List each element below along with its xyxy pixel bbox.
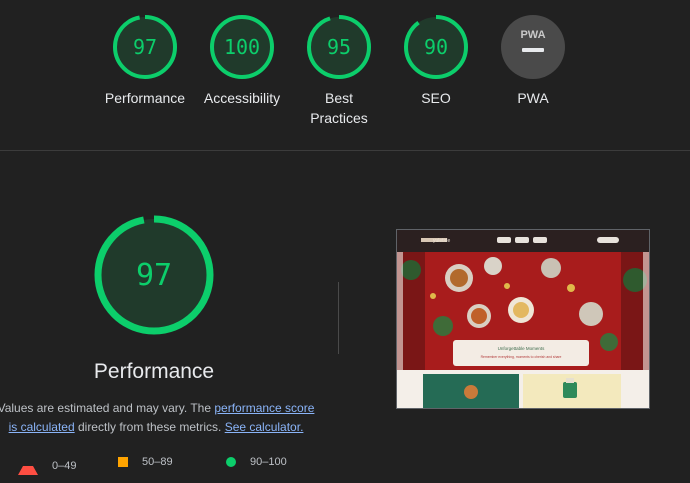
gauge-ring: 90 — [404, 15, 468, 79]
gauge-score: 95 — [327, 35, 351, 59]
gauge-score: 90 — [424, 35, 448, 59]
metrics-note: Values are estimated and may vary. The p… — [0, 399, 316, 437]
pwa-badge-text: PWA — [520, 29, 545, 41]
gauge-ring: 100 — [210, 15, 274, 79]
banner-title: Unforgettable Moments — [498, 346, 546, 351]
legend-range: 50–89 — [142, 456, 173, 468]
gauge-performance[interactable]: 97 Performance — [97, 14, 193, 108]
category-gauges: 97 Performance 100 Accessibility 95 Best… — [0, 0, 690, 150]
pwa-badge-icon: PWA — [501, 15, 565, 79]
webpage-preview-image: Unforgettable Moments Remember everythin… — [397, 230, 649, 408]
gauge-label: PWA — [517, 90, 549, 106]
dash-icon — [522, 48, 544, 52]
section-divider — [0, 150, 690, 151]
gauge-pwa[interactable]: PWA PWA — [485, 14, 581, 108]
gauge-label: Best Practices — [310, 90, 368, 126]
gauge-ring: 95 — [307, 15, 371, 79]
gauge-ring: 97 — [113, 15, 177, 79]
gauge-accessibility[interactable]: 100 Accessibility — [194, 14, 290, 108]
screenshot-brand: yuletide — [433, 238, 450, 244]
legend-range: 0–49 — [52, 459, 77, 472]
note-text-prefix: Values are estimated and may vary. The — [0, 401, 215, 415]
note-text-middle: directly from these metrics. — [74, 420, 225, 434]
performance-title: Performance — [93, 360, 215, 383]
legend-range: 90–100 — [250, 456, 287, 468]
gauge-label: Performance — [104, 90, 186, 106]
performance-gauge-large: 97 — [94, 215, 214, 335]
vertical-divider — [338, 282, 339, 354]
legend-fail: 0–49 — [18, 456, 76, 475]
pass-circle-icon — [226, 457, 236, 467]
legend-pass: 90–100 — [226, 456, 287, 468]
average-square-icon — [118, 457, 128, 467]
gauge-score: 100 — [224, 35, 260, 59]
gauge-label: SEO — [421, 90, 451, 106]
fail-triangle-icon — [18, 456, 38, 475]
gauge-score: 97 — [133, 35, 157, 59]
final-screenshot-thumbnail[interactable]: Unforgettable Moments Remember everythin… — [396, 229, 650, 409]
performance-score-large: 97 — [136, 258, 172, 293]
banner-text: Remember everything, moments to cherish … — [481, 355, 562, 359]
gauge-seo[interactable]: 90 SEO — [388, 14, 484, 108]
see-calculator-link[interactable]: See calculator. — [225, 420, 304, 434]
gauge-best-practices[interactable]: 95 Best Practices — [291, 14, 387, 128]
legend-average: 50–89 — [118, 456, 173, 468]
gauge-label: Accessibility — [203, 90, 281, 106]
